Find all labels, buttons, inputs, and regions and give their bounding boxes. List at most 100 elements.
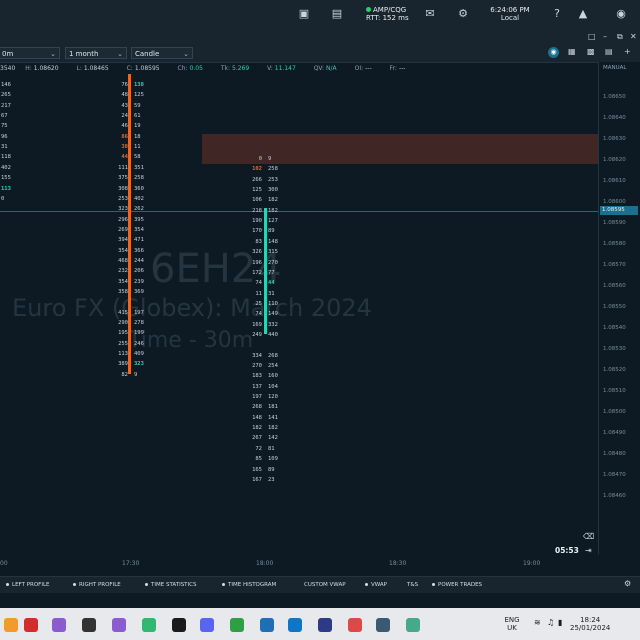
figure-icon[interactable]: ▩: [587, 47, 595, 56]
volume-icon[interactable]: ♫: [547, 618, 554, 627]
tab-time-and-sales[interactable]: T&S: [407, 580, 418, 590]
fr-value: ---: [398, 65, 406, 72]
tab-time-statistics[interactable]: TIME STATISTICS: [145, 580, 197, 590]
footprint-cell: 440: [268, 331, 278, 338]
app-icon[interactable]: [376, 618, 390, 632]
price-axis[interactable]: MANUAL 1.08650 1.08640 1.08630 1.08620 1.086…: [598, 62, 640, 554]
gear-icon[interactable]: ⚙: [456, 8, 470, 20]
footprint-cell: 182: [268, 425, 278, 432]
footprint-cell: 278: [134, 320, 144, 327]
chat-icon[interactable]: [142, 618, 156, 632]
axis-mode-label[interactable]: MANUAL: [603, 65, 626, 71]
discord-icon[interactable]: [200, 618, 214, 632]
system-tray[interactable]: ENG UK: [500, 616, 524, 632]
tab-power-trades[interactable]: POWER TRADES: [432, 580, 482, 590]
terminal-icon[interactable]: [82, 618, 96, 632]
tab-vwap[interactable]: VWAP: [365, 580, 387, 590]
footprint-cell: 253: [268, 176, 278, 183]
tab-custom-vwap[interactable]: CUSTOM VWAP: [304, 580, 346, 590]
price-tick: 1.08570: [603, 262, 626, 268]
oi-label: OI:: [354, 65, 364, 72]
scroll-end-icon[interactable]: ⇥: [585, 546, 592, 555]
app-icon[interactable]: [406, 618, 420, 632]
price-tick: 1.08650: [603, 94, 626, 100]
bullet-icon: [222, 583, 225, 586]
add-icon[interactable]: +: [624, 47, 631, 56]
footprint-cell: 468: [118, 257, 128, 264]
footprint-cell: 258: [134, 175, 144, 182]
tab-label: T&S: [407, 582, 419, 588]
bars-icon[interactable]: ▤: [605, 47, 613, 56]
help-icon[interactable]: ?: [550, 8, 564, 20]
system-clock[interactable]: 18:24 25/01/2024: [570, 616, 610, 632]
chrome-icon[interactable]: [230, 618, 244, 632]
visual-studio-icon[interactable]: [112, 618, 126, 632]
style-select[interactable]: Candle ⌄: [131, 47, 193, 59]
maximize-icon[interactable]: □: [588, 32, 596, 41]
connection-status[interactable]: AMP/CQG RTT: 152 ms: [366, 6, 409, 22]
footprint-cell: 351: [134, 164, 144, 171]
footprint-cell: 366: [134, 247, 144, 254]
footprint-cell: 395: [134, 216, 144, 223]
bullet-icon: [365, 583, 368, 586]
footprint-cell: 402: [1, 164, 11, 171]
style-value: Candle: [135, 50, 160, 58]
footprint-cell: 253: [118, 195, 128, 202]
footprint-cell: 125: [134, 92, 144, 99]
footprint-cell: 74: [255, 280, 262, 287]
chart-tool-icon[interactable]: ⌫: [583, 532, 594, 541]
chart-area[interactable]: 6EH24 Euro FX (Globex): March 2024 Time …: [0, 74, 598, 554]
notification-icon[interactable]: ◉: [614, 8, 628, 20]
message-icon[interactable]: ✉: [423, 8, 437, 20]
ticks-value: 5.269: [232, 65, 250, 72]
price-tick: 1.08510: [603, 388, 626, 394]
tab-time-histogram[interactable]: TIME HISTOGRAM: [222, 580, 276, 590]
app-icon[interactable]: [318, 618, 332, 632]
close-icon[interactable]: ✕: [630, 32, 637, 41]
layout-icon[interactable]: ▦: [568, 47, 576, 56]
app-icon[interactable]: [4, 618, 18, 632]
footprint-cell: 44: [268, 280, 275, 287]
footprint-cell: 89: [268, 466, 275, 473]
footprint-cell: 354: [118, 278, 128, 285]
app-icon[interactable]: [348, 618, 362, 632]
restore-icon[interactable]: ⧉: [617, 32, 623, 42]
battery-icon[interactable]: ▮: [558, 618, 562, 627]
tab-left-profile[interactable]: LEFT PROFILE: [6, 580, 50, 590]
open-value: 3540: [0, 65, 16, 72]
footprint-cell: 104: [268, 383, 278, 390]
footprint-cell: 290: [118, 320, 128, 327]
current-price-label: 1.08595: [600, 206, 638, 215]
footprint-cell: 148: [268, 238, 278, 245]
yandex-icon[interactable]: [24, 618, 38, 632]
tab-right-profile[interactable]: RIGHT PROFILE: [73, 580, 121, 590]
footprint-cell: 190: [252, 218, 262, 225]
low-label: L:: [76, 65, 82, 72]
footprint-cell: 254: [268, 363, 278, 369]
footprint-cell: 471: [134, 237, 144, 244]
range-value: 1 month: [69, 50, 99, 58]
gear-icon[interactable]: ⚙: [624, 579, 631, 588]
time-axis[interactable]: 00 17:30 18:00 18:30 19:00: [0, 554, 598, 572]
signal-icon[interactable]: ◉: [548, 47, 559, 58]
vscode-icon[interactable]: [288, 618, 302, 632]
range-select[interactable]: 1 month ⌄: [65, 47, 127, 59]
footprint-cell: 308: [118, 185, 128, 192]
interval-select[interactable]: 0m ⌄: [0, 47, 60, 59]
footprint-cell: 182: [268, 207, 278, 214]
visual-studio-icon[interactable]: [52, 618, 66, 632]
cart-icon[interactable]: ▲: [576, 8, 590, 20]
chart-app-icon[interactable]: [172, 618, 186, 632]
wifi-icon[interactable]: ≋: [534, 618, 541, 627]
window-icon[interactable]: ▤: [330, 8, 344, 20]
footprint-cell: 369: [134, 289, 144, 295]
time-tick: 17:30: [122, 560, 140, 567]
footprint-cell: 76: [121, 82, 128, 88]
footprint-cell: 268: [268, 352, 278, 359]
tool-icon[interactable]: [260, 618, 274, 632]
ohlc-info-bar: 3540 H: 1.08620 L: 1.08465 C: 1.08595 Ch: 0.…: [0, 63, 600, 74]
price-tick: 1.08500: [603, 409, 626, 415]
oi-value: ---: [365, 65, 372, 72]
minimize-icon[interactable]: –: [603, 32, 607, 41]
screenshot-icon[interactable]: ▣: [297, 8, 311, 20]
